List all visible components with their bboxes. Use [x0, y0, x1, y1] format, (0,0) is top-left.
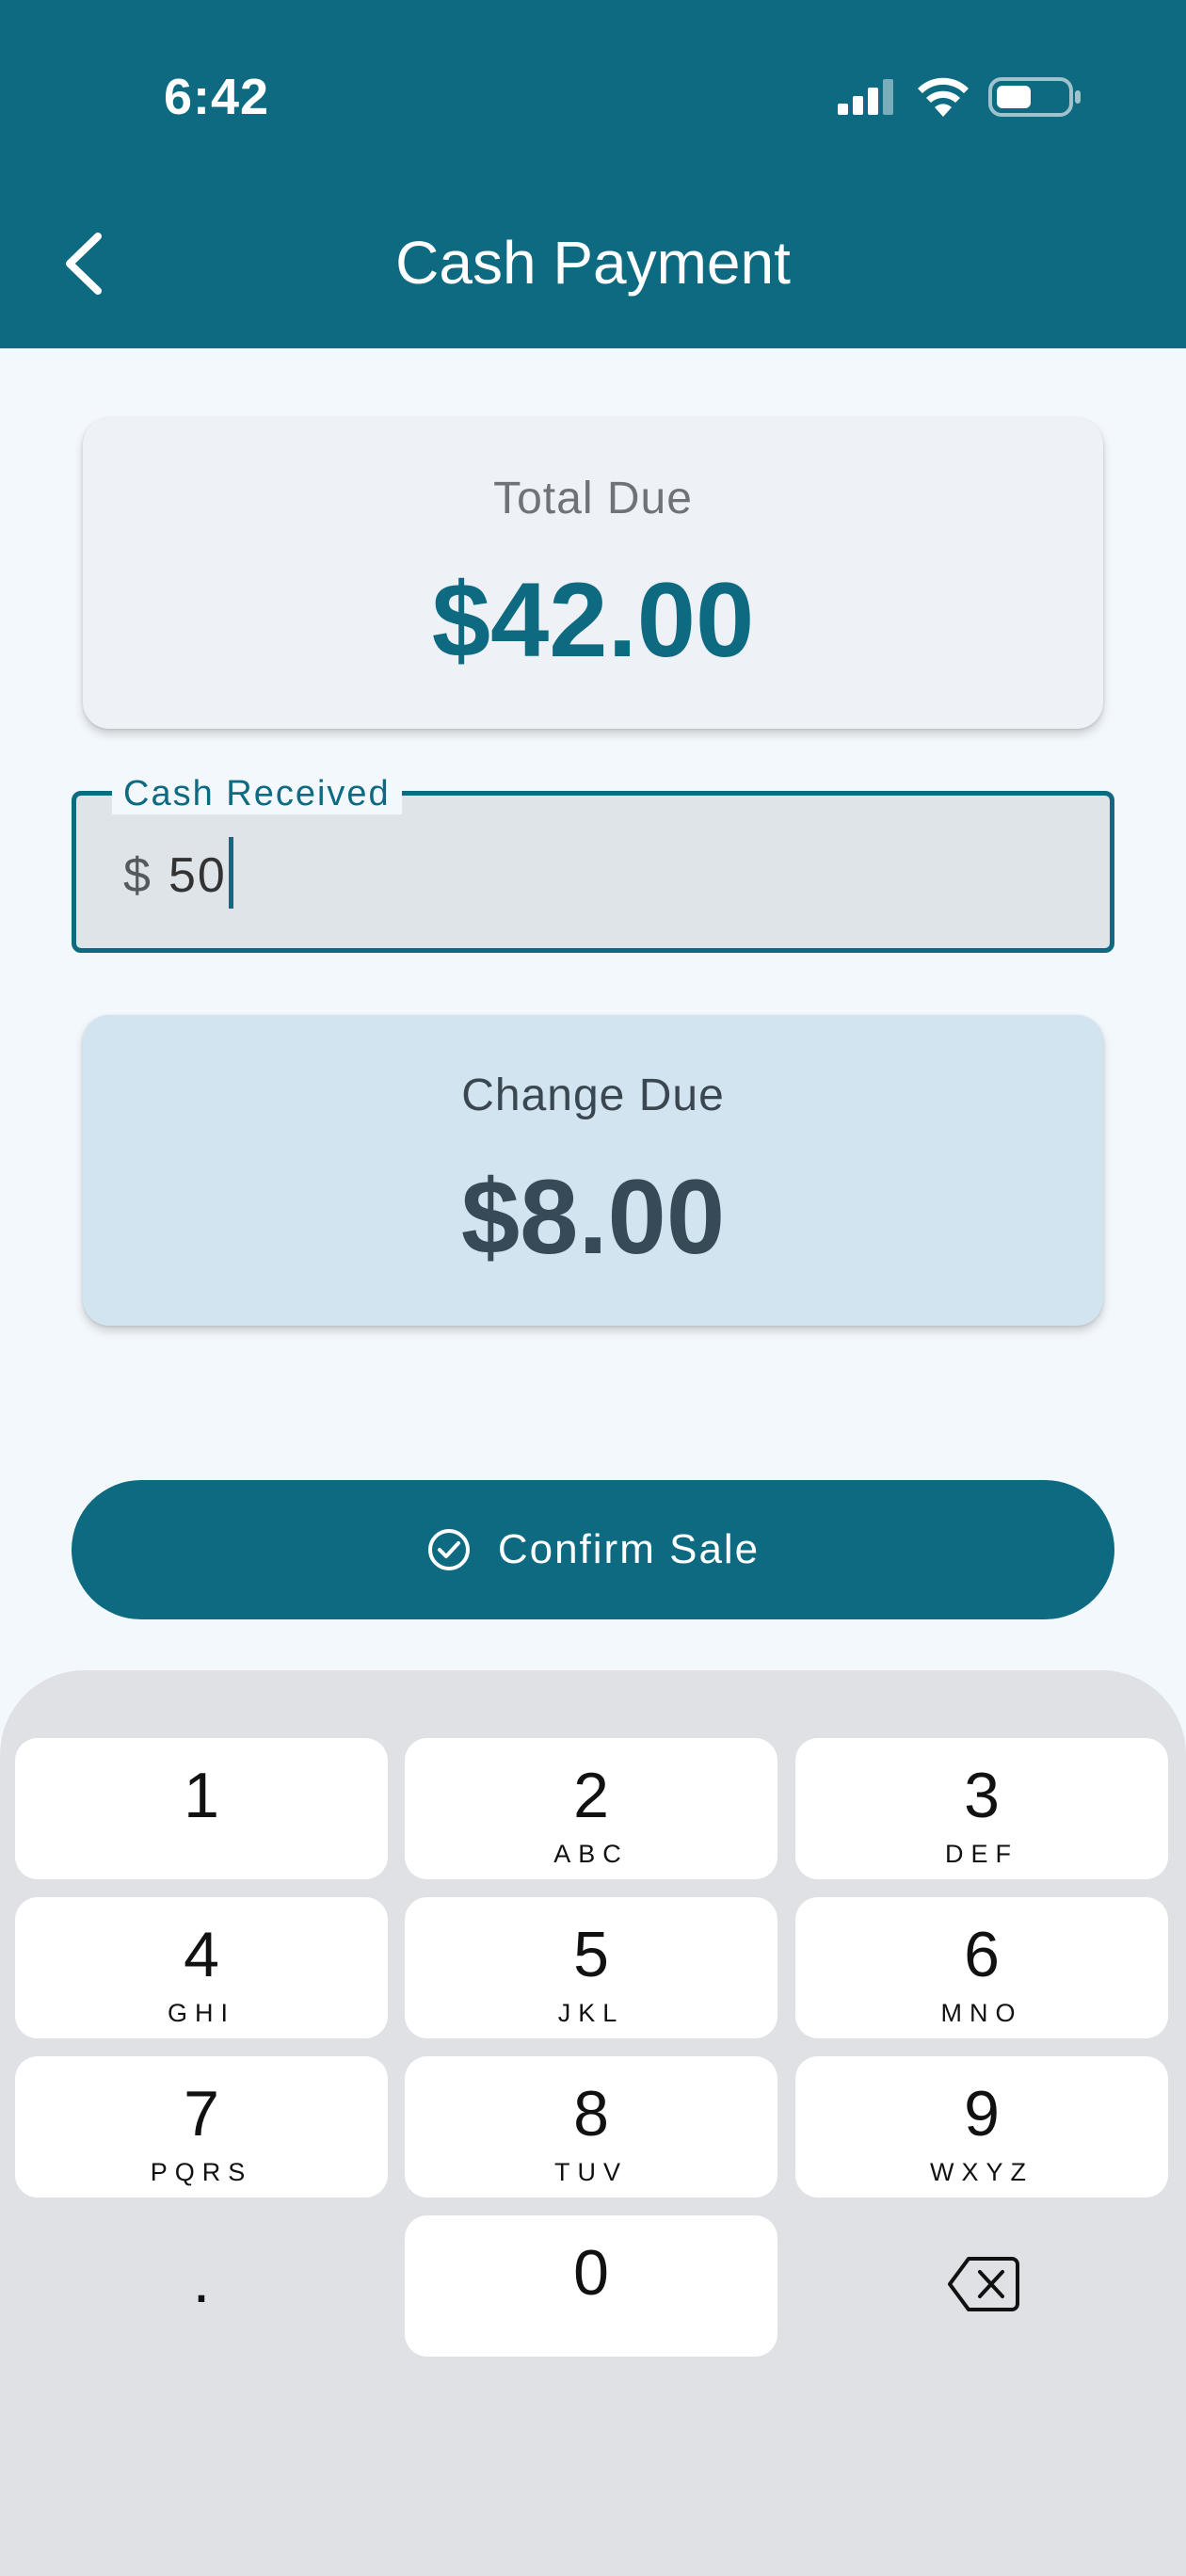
confirm-sale-button[interactable]: Confirm Sale	[72, 1480, 1114, 1619]
cash-received-value: 50	[168, 848, 227, 903]
key-6[interactable]: 6 MNO	[795, 1897, 1168, 2038]
key-3[interactable]: 3 DEF	[795, 1738, 1168, 1879]
key-digit: 8	[573, 2078, 609, 2149]
key-delete[interactable]	[795, 2215, 1168, 2357]
numeric-keypad: 1 2 ABC 3 DEF 4 GHI 5 JKL 6 MNO 7 PQRS 8	[0, 1670, 1186, 2576]
app-bar: 6:42 Cash Payment	[0, 0, 1186, 348]
key-letters: DEF	[945, 1840, 1018, 1868]
key-letters: ABC	[553, 1840, 629, 1868]
change-due-label: Change Due	[461, 1071, 725, 1120]
status-time: 6:42	[164, 69, 270, 125]
cash-received-field[interactable]: Cash Received $ 50	[72, 773, 1114, 953]
key-digit: 3	[964, 1760, 1000, 1831]
cash-payment-screen: 6:42 Cash Payment Total Due $42.00 Cash …	[0, 0, 1186, 2576]
key-8[interactable]: 8 TUV	[405, 2056, 777, 2198]
change-due-amount: $8.00	[460, 1158, 726, 1276]
key-4[interactable]: 4 GHI	[15, 1897, 388, 2038]
total-due-card: Total Due $42.00	[83, 418, 1103, 729]
key-letters: PQRS	[150, 2158, 253, 2186]
signal-icon	[838, 79, 893, 115]
key-letters: TUV	[554, 2158, 628, 2186]
key-1[interactable]: 1	[15, 1738, 388, 1879]
key-digit: 4	[184, 1919, 219, 1990]
text-caret	[228, 837, 233, 910]
key-digit: 5	[573, 1919, 609, 1990]
cash-received-input[interactable]: 50	[168, 837, 233, 910]
key-digit: 2	[573, 1760, 609, 1831]
change-due-card: Change Due $8.00	[83, 1015, 1103, 1326]
page-title: Cash Payment	[395, 229, 791, 297]
status-icons	[838, 75, 1082, 119]
currency-prefix: $	[123, 848, 151, 903]
total-due-amount: $42.00	[431, 561, 755, 679]
key-letters: GHI	[167, 1999, 235, 2027]
key-digit: 1	[184, 1760, 219, 1831]
total-due-label: Total Due	[493, 474, 693, 523]
key-7[interactable]: 7 PQRS	[15, 2056, 388, 2198]
key-2[interactable]: 2 ABC	[405, 1738, 777, 1879]
key-5[interactable]: 5 JKL	[405, 1897, 777, 2038]
key-digit: 9	[964, 2078, 1000, 2149]
key-0[interactable]: 0	[405, 2215, 777, 2357]
key-letters: MNO	[940, 1999, 1023, 2027]
check-circle-icon	[427, 1529, 470, 1570]
wifi-icon	[918, 77, 969, 117]
key-letters: JKL	[557, 1999, 625, 2027]
key-9[interactable]: 9 WXYZ	[795, 2056, 1168, 2198]
key-digit: 0	[573, 2237, 609, 2309]
key-decimal[interactable]: .	[15, 2215, 388, 2357]
key-digit: .	[192, 2245, 211, 2316]
key-letters: WXYZ	[930, 2158, 1034, 2186]
cash-received-label: Cash Received	[112, 773, 402, 814]
confirm-sale-label: Confirm Sale	[497, 1526, 761, 1572]
key-digit: 7	[184, 2078, 219, 2149]
key-digit: 6	[964, 1919, 1000, 1990]
backspace-icon	[948, 2257, 1019, 2311]
battery-icon	[988, 77, 1081, 117]
